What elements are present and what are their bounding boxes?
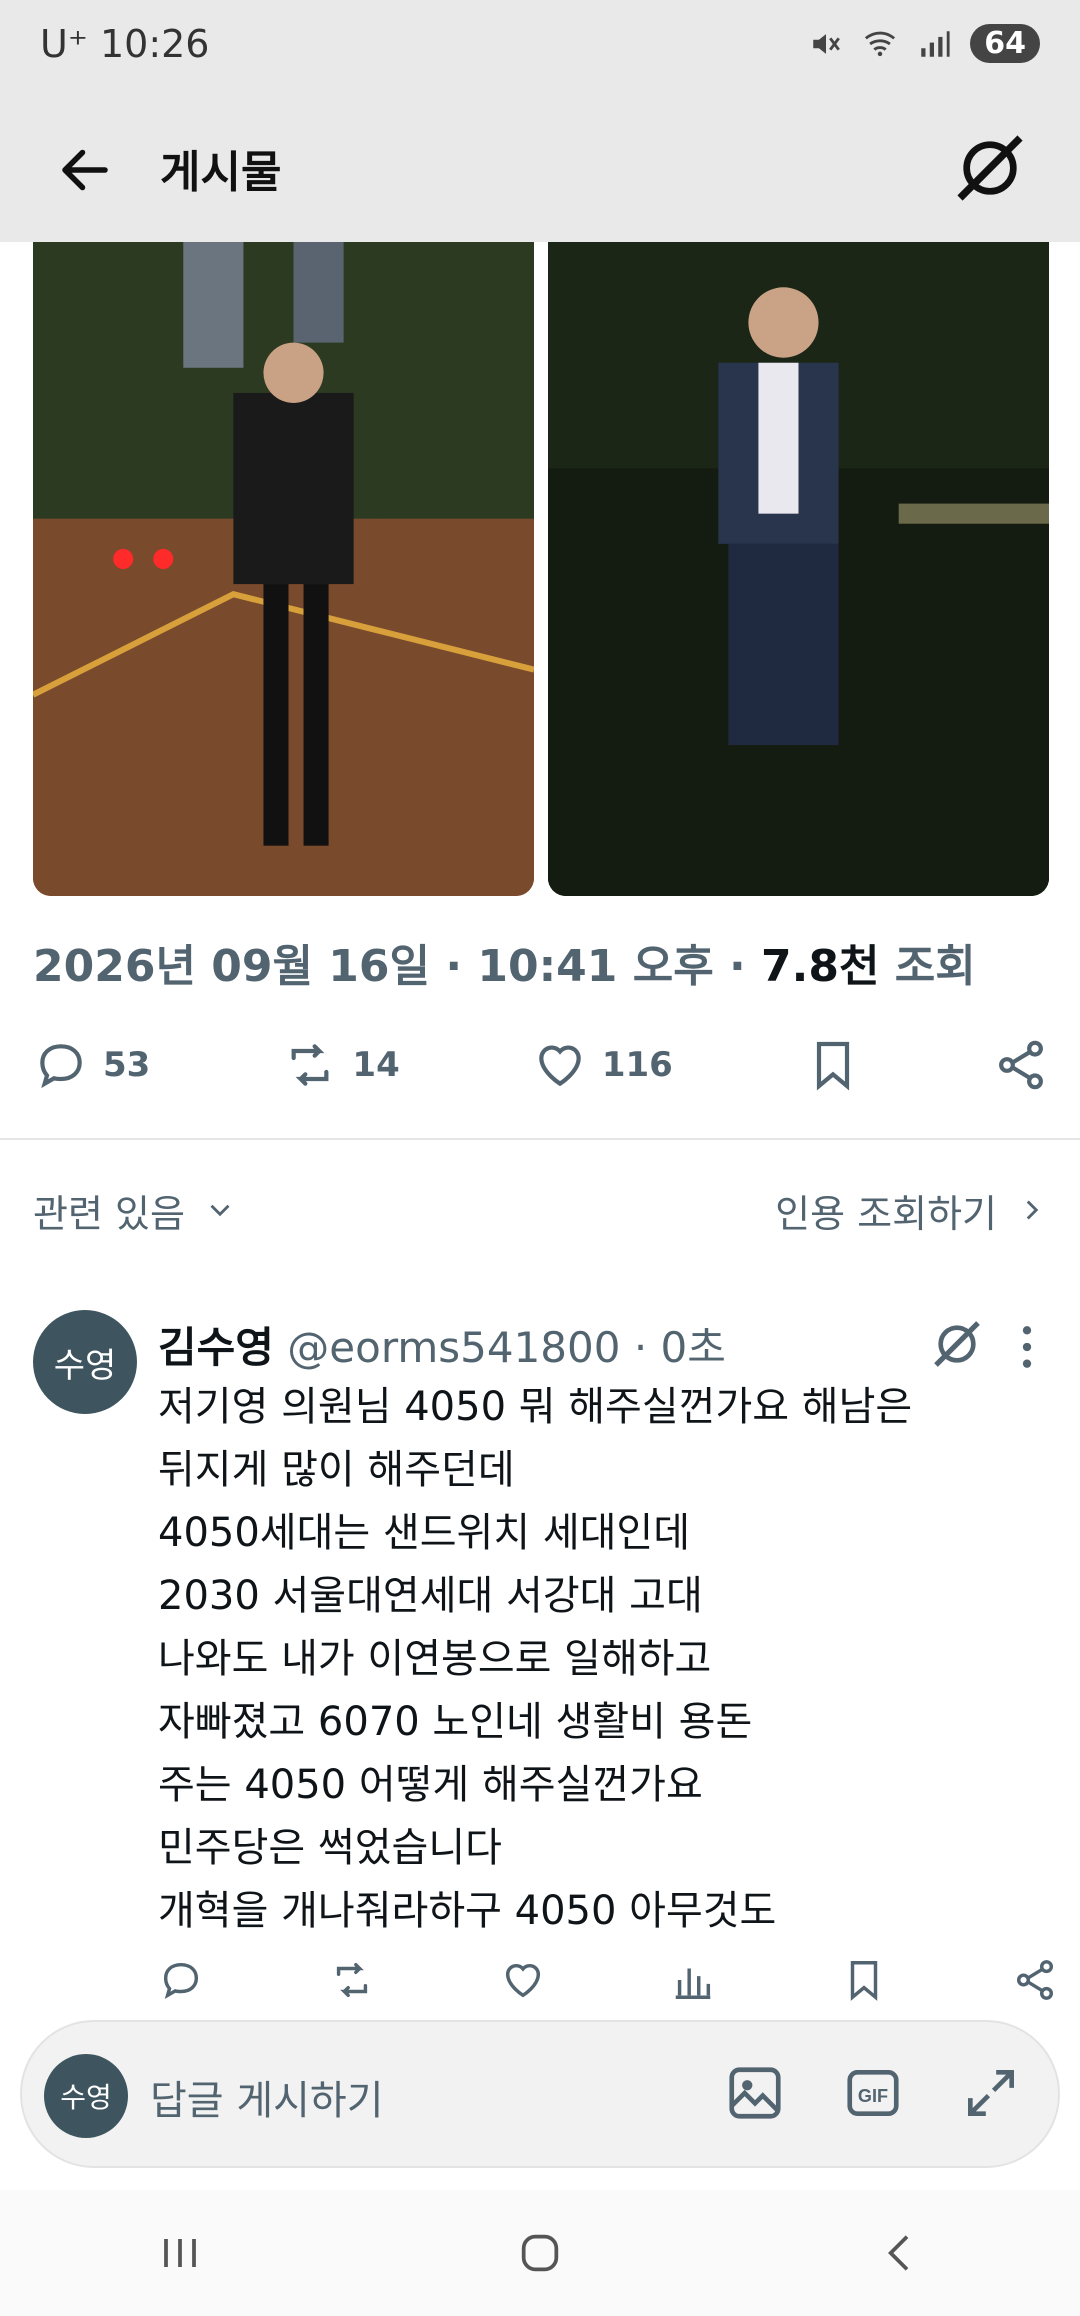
gif-icon[interactable]: GIF xyxy=(842,2062,904,2124)
reply-line: 자빠졌고 6070 노인네 생활비 용돈 xyxy=(158,1699,753,1745)
image-icon[interactable] xyxy=(724,2062,786,2124)
reply-count: 53 xyxy=(103,1045,151,1085)
post-media xyxy=(33,242,1049,896)
like-count: 116 xyxy=(601,1045,673,1085)
grok-icon[interactable] xyxy=(950,128,1030,208)
status-time: U⁺ 10:26 xyxy=(40,22,210,66)
chevron-down-icon xyxy=(210,1204,230,1217)
post-photo-1[interactable] xyxy=(33,242,534,896)
expand-icon[interactable] xyxy=(960,2062,1022,2124)
reply-header: 김수영 @eorms541800 · 0초 xyxy=(158,1314,726,1375)
reply-button[interactable]: 53 xyxy=(33,1037,150,1093)
divider xyxy=(0,1138,1080,1140)
analytics-icon[interactable] xyxy=(670,1957,716,2003)
reply-line: 민주당은 썩었습니다 xyxy=(158,1825,502,1871)
post-date: 2026년 09월 16일 · 10:41 오후 · xyxy=(33,941,762,992)
reply-line: 개혁을 개나줘라하구 4050 아무것도 xyxy=(158,1888,777,1934)
bookmark-button[interactable] xyxy=(805,1037,861,1093)
system-nav-bar xyxy=(0,2190,1080,2316)
post-actions: 53 14 116 xyxy=(33,1030,1049,1100)
share-icon[interactable] xyxy=(1012,1957,1058,2003)
svg-text:GIF: GIF xyxy=(858,2086,888,2106)
like-icon xyxy=(539,1045,581,1087)
like-button[interactable]: 116 xyxy=(532,1037,673,1093)
post-photo-2[interactable] xyxy=(548,242,1049,896)
top-bar: 게시물 xyxy=(0,100,1080,242)
reply-text: 저기영 의원님 4050 뭐 해주실껀가요 해남은 뒤지게 많이 해주던데 40… xyxy=(158,1376,1038,1943)
back-nav-icon[interactable] xyxy=(872,2225,928,2281)
relevance-label: 관련 있음 xyxy=(33,1191,185,1236)
reply-icon xyxy=(40,1044,82,1089)
page-title: 게시물 xyxy=(160,147,282,198)
avatar: 수영 xyxy=(44,2054,128,2138)
repost-button[interactable]: 14 xyxy=(282,1037,400,1093)
status-bar: U⁺ 10:26 64 xyxy=(0,0,1080,100)
chevron-right-icon xyxy=(1026,1200,1039,1220)
avatar[interactable]: 수영 xyxy=(33,1310,137,1414)
repost-icon[interactable] xyxy=(329,1957,375,2003)
composer-tools: GIF xyxy=(724,2062,1022,2124)
grok-icon[interactable] xyxy=(929,1316,985,1372)
recents-icon[interactable] xyxy=(152,2225,208,2281)
bookmark-icon[interactable] xyxy=(841,1957,887,2003)
home-icon[interactable] xyxy=(512,2225,568,2281)
view-count: 7.8천 xyxy=(761,941,880,992)
back-icon[interactable] xyxy=(55,140,115,200)
reply-line: 주는 4050 어떻게 해주실껀가요 xyxy=(158,1762,703,1808)
reply-line: 2030 서울대연세대 서강대 고대 xyxy=(158,1573,703,1619)
view-quotes-button[interactable]: 인용 조회하기 xyxy=(775,1183,1049,1238)
reply-line: 4050세대는 샌드위치 세대인데 xyxy=(158,1510,691,1556)
more-icon[interactable] xyxy=(1017,1322,1037,1372)
view-quotes-label: 인용 조회하기 xyxy=(775,1191,997,1236)
reply-input[interactable]: 답글 게시하기 xyxy=(150,2068,384,2126)
reply-line: 뒤지게 많이 해주던데 xyxy=(158,1447,515,1493)
reply-author-handle[interactable]: @eorms541800 xyxy=(287,1323,620,1372)
reply-author-name[interactable]: 김수영 xyxy=(158,1323,274,1372)
bookmark-icon xyxy=(816,1041,849,1091)
reply-line: 저기영 의원님 4050 뭐 해주실껀가요 해남은 xyxy=(158,1384,913,1430)
reply-line: 나와도 내가 이연봉으로 일해하고 xyxy=(158,1636,712,1682)
reply-icon[interactable] xyxy=(158,1957,204,2003)
repost-count: 14 xyxy=(352,1045,400,1085)
view-label: 조회 xyxy=(879,941,976,992)
reply-actions xyxy=(158,1950,1058,2010)
like-icon[interactable] xyxy=(500,1957,546,2003)
share-button[interactable] xyxy=(993,1037,1049,1093)
post-timestamp: 2026년 09월 16일 · 10:41 오후 · 7.8천 조회 xyxy=(33,930,976,994)
wifi-icon xyxy=(862,26,898,62)
battery-indicator: 64 xyxy=(970,24,1040,63)
relevance-sort-button[interactable]: 관련 있음 xyxy=(33,1183,237,1238)
mute-icon xyxy=(808,26,844,62)
related-row: 관련 있음 인용 조회하기 xyxy=(33,1180,1049,1240)
share-icon xyxy=(999,1040,1043,1090)
reply-composer[interactable]: 수영 답글 게시하기 GIF xyxy=(20,2020,1060,2168)
status-icons: 64 xyxy=(808,24,1040,63)
repost-icon xyxy=(291,1044,329,1086)
signal-icon xyxy=(916,26,952,62)
reply-time: · 0초 xyxy=(620,1323,726,1372)
